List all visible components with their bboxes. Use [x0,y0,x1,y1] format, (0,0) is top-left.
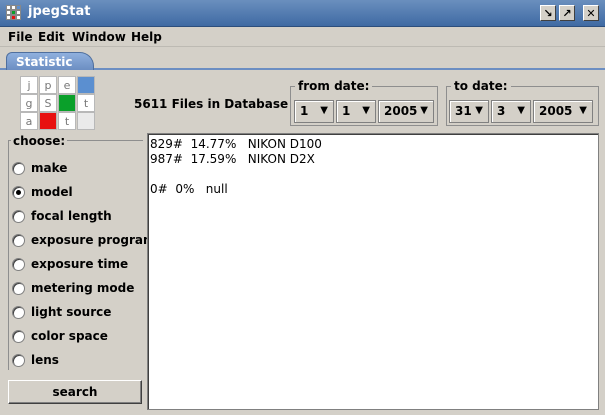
tab-statistic[interactable]: Statistic [6,52,94,70]
to-year-select[interactable]: 2005 ▼ [533,100,593,123]
search-button[interactable]: search [8,380,142,404]
minimize-button[interactable]: ↘ [540,5,556,21]
from-day-value: 1 [300,104,309,118]
radio-exposure-program[interactable]: exposure program [12,231,156,249]
jpegstat-logo: j p e g S t a t [20,76,96,131]
to-day-select[interactable]: 31 ▼ [449,100,489,123]
title-bar[interactable]: jpegStat ↘ ↗ ✕ [0,0,605,27]
app-icon [6,5,22,21]
to-day-value: 31 [455,104,472,118]
chevron-down-icon: ▼ [362,105,370,116]
logo-cell-blue [77,76,95,94]
from-day-select[interactable]: 1 ▼ [294,100,334,123]
chevron-down-icon: ▼ [475,105,483,116]
radio-button[interactable] [12,329,25,343]
radio-button[interactable] [12,281,25,295]
radio-label: color space [31,329,108,343]
radio-button-selected[interactable] [12,185,25,199]
close-button[interactable]: ✕ [583,5,599,21]
menu-window[interactable]: Window [72,30,126,44]
radio-metering-mode[interactable]: metering mode [12,279,134,297]
logo-cell-green [58,94,76,112]
files-count-label: 5611 Files in Database [134,97,289,111]
radio-label: metering mode [31,281,135,295]
menu-edit[interactable]: Edit [38,30,65,44]
logo-cell: j [20,76,38,94]
radio-button[interactable] [12,161,25,175]
logo-cell: g [20,94,38,112]
radio-label: lens [31,353,59,367]
menu-help[interactable]: Help [131,30,162,44]
close-icon: ✕ [586,6,596,20]
radio-button[interactable] [12,233,25,247]
radio-label: exposure program [31,233,156,247]
radio-label: exposure time [31,257,129,271]
logo-cell: p [39,76,57,94]
logo-cell: S [39,94,57,112]
chevron-down-icon: ▼ [517,105,525,116]
radio-lens[interactable]: lens [12,351,59,369]
minimize-icon: ↘ [543,6,553,20]
result-row: 0# 0% null [150,182,228,196]
to-month-select[interactable]: 3 ▼ [491,100,531,123]
result-row: 829# 14.77% NIKON D100 [150,137,322,151]
from-month-value: 1 [342,104,351,118]
logo-cell-red [39,112,57,130]
menu-file[interactable]: File [8,30,33,44]
radio-button[interactable] [12,257,25,271]
chevron-down-icon: ▼ [420,105,428,116]
radio-button[interactable] [12,353,25,367]
radio-label: model [31,185,73,199]
from-date-label: from date: [298,79,370,93]
radio-model[interactable]: model [12,183,73,201]
chevron-down-icon: ▼ [579,105,587,116]
radio-label: make [31,161,68,175]
chevron-down-icon: ▼ [320,105,328,116]
window-title: jpegStat [28,4,91,19]
from-year-value: 2005 [384,104,418,118]
to-year-value: 2005 [539,104,573,118]
logo-cell [77,112,95,130]
radio-exposure-time[interactable]: exposure time [12,255,128,273]
logo-cell: t [77,94,95,112]
result-row: 987# 17.59% NIKON D2X [150,152,315,166]
choose-label: choose: [11,134,68,148]
menu-bar: File Edit Window Help [0,27,605,47]
maximize-icon: ↗ [562,6,572,20]
tab-strip: Statistic [0,48,605,70]
from-month-select[interactable]: 1 ▼ [336,100,376,123]
radio-label: focal length [31,209,112,223]
logo-cell: t [58,112,76,130]
to-month-value: 3 [497,104,506,118]
maximize-button[interactable]: ↗ [559,5,575,21]
radio-button[interactable] [12,209,25,223]
results-area[interactable]: 829# 14.77% NIKON D100 987# 17.59% NIKON… [147,133,599,410]
radio-make[interactable]: make [12,159,67,177]
to-date-label: to date: [454,79,508,93]
logo-cell: e [58,76,76,94]
from-year-select[interactable]: 2005 ▼ [378,100,434,123]
radio-focal-length[interactable]: focal length [12,207,112,225]
radio-color-space[interactable]: color space [12,327,108,345]
radio-label: light source [31,305,112,319]
logo-cell: a [20,112,38,130]
radio-light-source[interactable]: light source [12,303,111,321]
radio-button[interactable] [12,305,25,319]
